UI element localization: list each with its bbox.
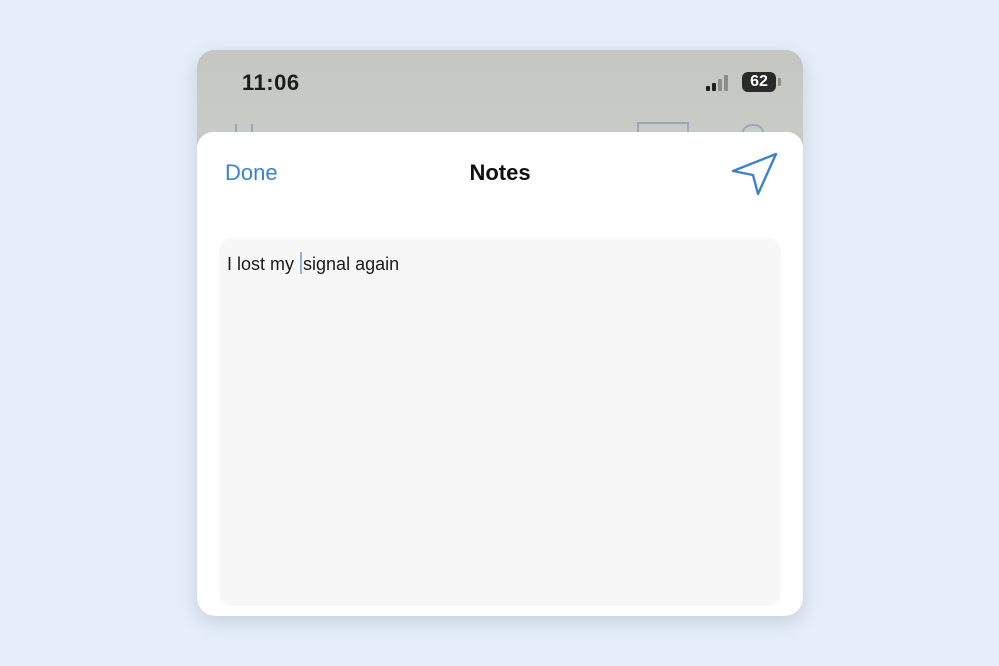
signal-bar [706,86,710,91]
send-arrow-icon [731,152,778,196]
notes-sheet: Done Notes I lost my signal again [197,132,803,616]
note-text-area[interactable]: I lost my signal again [219,238,781,606]
sheet-title: Notes [469,160,531,185]
signal-bar [718,79,722,91]
phone-screen: 11:06 62 Done Notes I lost my signal aga… [197,50,803,616]
note-text-before-cursor: I lost my [227,254,295,274]
note-text[interactable]: I lost my signal again [227,252,399,275]
cellular-signal-icon [706,75,732,91]
battery-tip [778,78,781,86]
note-text-after-cursor: signal again [303,254,400,274]
battery-level: 62 [750,73,768,90]
battery-icon: 62 [742,72,776,92]
text-cursor [300,252,303,274]
send-button[interactable] [729,148,779,198]
status-time: 11:06 [242,70,300,95]
signal-bar [712,83,716,91]
signal-bar [724,75,728,91]
